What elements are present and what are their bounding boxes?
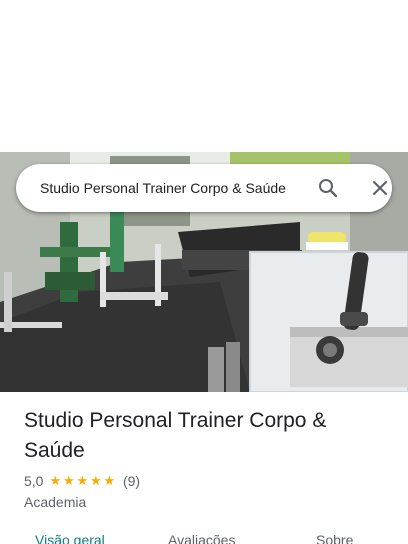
- search-bar[interactable]: Studio Personal Trainer Corpo & Saúde: [16, 164, 392, 212]
- review-count[interactable]: (9): [123, 473, 140, 489]
- place-tabs: Visão geral Avaliações Sobre: [0, 528, 408, 544]
- close-icon[interactable]: [368, 176, 392, 200]
- tab-overview[interactable]: Visão geral: [35, 532, 105, 544]
- star-icon: ★: [103, 473, 116, 488]
- map-area-blank: [0, 0, 408, 152]
- star-icon: ★: [76, 473, 89, 488]
- tab-about[interactable]: Sobre: [316, 532, 353, 544]
- place-category[interactable]: Academia: [24, 492, 86, 512]
- star-rating: ★ ★ ★ ★ ★: [49, 474, 117, 488]
- search-icon[interactable]: [316, 176, 340, 200]
- star-icon: ★: [62, 473, 75, 488]
- star-icon: ★: [89, 473, 102, 488]
- star-icon: ★: [49, 473, 62, 488]
- rating-row[interactable]: 5,0 ★ ★ ★ ★ ★ (9): [24, 471, 140, 491]
- rating-value: 5,0: [24, 473, 44, 489]
- place-title: Studio Personal Trainer Corpo & Saúde: [24, 409, 327, 462]
- tab-reviews[interactable]: Avaliações: [168, 532, 235, 544]
- search-input[interactable]: Studio Personal Trainer Corpo & Saúde: [40, 164, 302, 212]
